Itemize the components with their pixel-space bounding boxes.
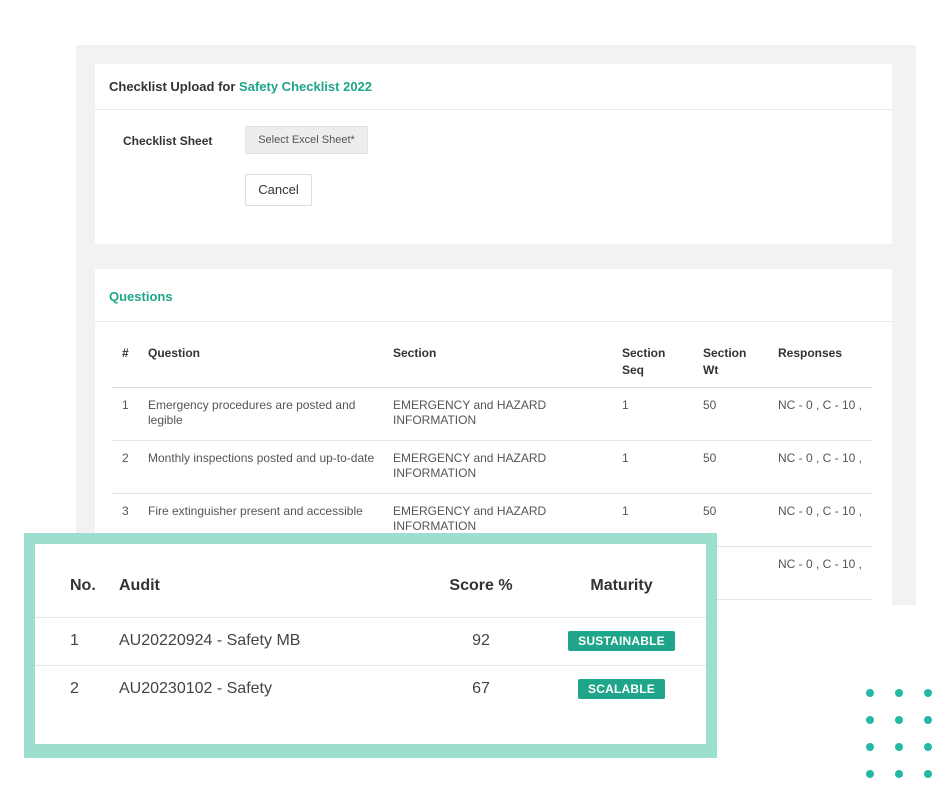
audit-row[interactable]: 2 AU20230102 - Safety 67 SCALABLE <box>35 665 706 713</box>
dot-icon <box>895 689 903 697</box>
audit-overlay-frame: No. Audit Score % Maturity 1 AU20220924 … <box>24 533 717 758</box>
dot-icon <box>866 743 874 751</box>
dot-icon <box>924 770 932 778</box>
question-responses: NC - 0 , C - 10 , <box>768 387 872 441</box>
col-header-question: Question <box>138 337 383 388</box>
audit-number: 2 <box>70 680 79 698</box>
decorative-dots <box>862 689 938 779</box>
col-header-number: # <box>112 337 138 388</box>
audit-scores-card: No. Audit Score % Maturity 1 AU20220924 … <box>35 544 706 744</box>
dot-icon <box>866 770 874 778</box>
checklist-name: Safety Checklist 2022 <box>239 79 373 94</box>
audit-number: 1 <box>35 617 119 666</box>
col-header-no: No. <box>35 566 119 618</box>
questions-title: Questions <box>95 269 892 322</box>
cancel-button[interactable]: Cancel <box>245 174 312 206</box>
col-header-responses: Responses <box>768 337 872 388</box>
question-section: EMERGENCY and HAZARD INFORMATION <box>383 387 612 441</box>
audit-header-row: No. Audit Score % Maturity <box>35 566 706 618</box>
dot-icon <box>924 743 932 751</box>
dot-icon <box>895 743 903 751</box>
audit-row[interactable]: 1 AU20220924 - Safety MB 92 SUSTAINABLE <box>35 617 706 666</box>
col-header-section-wt: Section Wt <box>693 337 768 388</box>
col-header-score: Score % <box>425 566 537 618</box>
dot-icon <box>924 716 932 724</box>
audit-name: AU20230102 - Safety <box>119 680 272 698</box>
checklist-sheet-label: Checklist Sheet <box>123 134 213 148</box>
question-responses: NC - 0 , C - 10 , <box>768 440 872 494</box>
dot-icon <box>866 716 874 724</box>
audit-score: 92 <box>425 617 537 666</box>
question-text: Monthly inspections posted and up-to-dat… <box>138 440 383 494</box>
col-header-audit: Audit <box>119 566 425 618</box>
dot-icon <box>866 689 874 697</box>
dot-icon <box>895 716 903 724</box>
question-section-wt: 50 <box>693 387 768 441</box>
audit-score: 67 <box>472 680 490 698</box>
question-responses: NC - 0 , C - 10 , <box>768 493 872 547</box>
audit-scores-table: No. Audit Score % Maturity 1 AU20220924 … <box>35 566 706 713</box>
audit-name: AU20220924 - Safety MB <box>119 617 425 666</box>
question-number: 1 <box>112 387 138 441</box>
maturity-badge: SCALABLE <box>578 679 665 700</box>
question-text: Emergency procedures are posted and legi… <box>138 387 383 441</box>
question-section-seq: 1 <box>612 387 693 441</box>
question-row: 2 Monthly inspections posted and up-to-d… <box>112 440 872 494</box>
question-section: EMERGENCY and HAZARD INFORMATION <box>383 440 612 494</box>
dot-icon <box>924 689 932 697</box>
questions-header-row: # Question Section Section Seq Section W… <box>112 337 872 388</box>
col-header-maturity: Maturity <box>537 566 706 618</box>
col-header-section-seq: Section Seq <box>612 337 693 388</box>
question-row: 1 Emergency procedures are posted and le… <box>112 387 872 441</box>
maturity-badge: SUSTAINABLE <box>568 631 675 651</box>
question-section-wt: 50 <box>693 440 768 494</box>
upload-title-prefix: Checklist Upload for <box>109 79 236 94</box>
upload-card-header: Checklist Upload for Safety Checklist 20… <box>95 64 892 110</box>
question-section-seq: 1 <box>612 440 693 494</box>
col-header-section: Section <box>383 337 612 388</box>
checklist-upload-card: Checklist Upload for Safety Checklist 20… <box>95 64 892 244</box>
select-excel-sheet-button[interactable]: Select Excel Sheet* <box>245 126 368 154</box>
question-responses: NC - 0 , C - 10 , <box>768 546 872 600</box>
dot-icon <box>895 770 903 778</box>
question-number: 2 <box>112 440 138 494</box>
